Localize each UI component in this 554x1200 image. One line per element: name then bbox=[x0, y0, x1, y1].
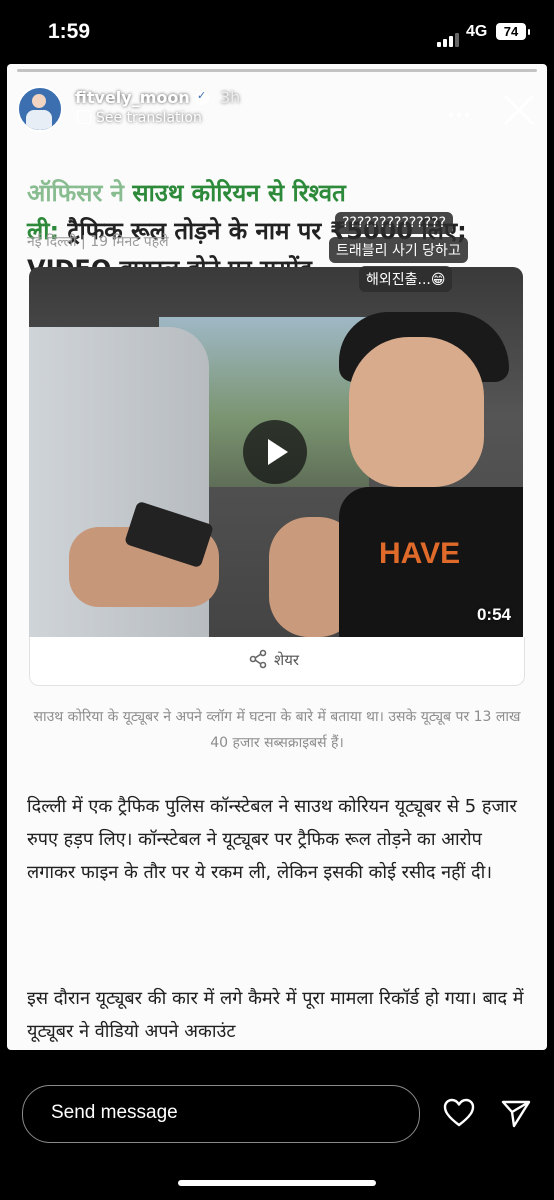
video-caption: साउथ कोरिया के यूट्यूबर ने अपने व्लॉग मे… bbox=[33, 709, 521, 751]
story-text-sticker: ?????????????? 트래블리 사기 당하고 해외진출...😁 bbox=[329, 212, 505, 295]
story-frame[interactable]: ऑफिसर ने साउथ कोरियन से रिश्वत ली: ट्रैफ… bbox=[7, 64, 547, 1050]
home-indicator bbox=[178, 1180, 376, 1186]
video-player[interactable]: HAVE 0:54 bbox=[29, 267, 523, 637]
story-header: fitvely_moon 3h See translation bbox=[7, 64, 547, 144]
see-translation-button[interactable]: See translation bbox=[77, 110, 202, 126]
battery-level: 74 bbox=[496, 23, 530, 40]
reply-bar: Send message bbox=[0, 1050, 554, 1200]
heart-icon[interactable] bbox=[443, 1098, 475, 1128]
sticker-line: 해외진출...😁 bbox=[359, 266, 453, 292]
share-label: शेयर bbox=[274, 651, 300, 669]
post-time: 3h bbox=[220, 88, 241, 107]
sticker-line: ?????????????? bbox=[335, 212, 454, 234]
status-bar: 1:59 4G 74 bbox=[0, 0, 554, 62]
share-button[interactable]: शेयर bbox=[248, 649, 299, 670]
signal-icon bbox=[437, 28, 461, 47]
clock: 1:59 bbox=[48, 20, 91, 43]
article-paragraph: इस दौरान यूट्यूबर की कार में लगे कैमरे म… bbox=[27, 988, 524, 1042]
network-type: 4G bbox=[466, 23, 488, 40]
headline-overlap-text: ऑफिसर ने bbox=[27, 179, 124, 207]
article-location: नई दिल्ली bbox=[27, 234, 77, 250]
avatar[interactable] bbox=[17, 86, 63, 132]
translate-icon bbox=[77, 110, 91, 124]
paper-plane-icon[interactable] bbox=[500, 1098, 532, 1128]
play-icon[interactable] bbox=[243, 420, 307, 484]
article-paragraph: दिल्ली में एक ट्रैफिक पुलिस कॉन्स्टेबल न… bbox=[27, 796, 517, 883]
article-meta: नई दिल्ली | 19 मिनट पहले bbox=[27, 234, 169, 250]
more-icon[interactable] bbox=[449, 102, 479, 117]
video-duration: 0:54 bbox=[476, 605, 511, 624]
translate-label: See translation bbox=[96, 110, 202, 126]
sticker-line: 트래블리 사기 당하고 bbox=[329, 237, 468, 263]
headline-line1: साउथ कोरियन से रिश्वत bbox=[132, 179, 346, 207]
verified-badge-icon bbox=[195, 89, 209, 105]
share-icon bbox=[249, 649, 267, 669]
send-message-input[interactable]: Send message bbox=[22, 1085, 420, 1143]
close-icon[interactable] bbox=[501, 92, 537, 128]
share-bar: शेयर bbox=[29, 637, 525, 686]
message-placeholder: Send message bbox=[51, 1102, 178, 1123]
article-published: 19 मिनट पहले bbox=[90, 234, 169, 250]
username[interactable]: fitvely_moon bbox=[75, 88, 190, 107]
